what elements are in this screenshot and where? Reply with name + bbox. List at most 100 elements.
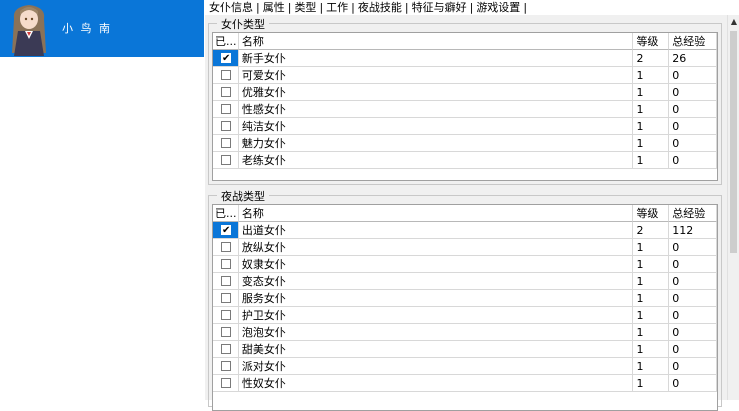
row-checkbox[interactable] [221, 121, 231, 131]
row-exp: 0 [669, 307, 717, 324]
row-checkbox[interactable] [221, 50, 231, 66]
column-level[interactable]: 等级 [633, 205, 670, 222]
table-row[interactable]: 放纵女仆 1 0 [213, 239, 717, 256]
row-checkbox-cell[interactable] [213, 101, 239, 118]
row-exp: 26 [669, 50, 717, 67]
tab-game-settings[interactable]: 游戏设置 [474, 1, 522, 14]
tab-work[interactable]: 工作 [324, 1, 350, 14]
table-row[interactable]: 性奴女仆 1 0 [213, 375, 717, 392]
row-checkbox-cell[interactable] [213, 222, 239, 239]
row-checkbox-cell[interactable] [213, 307, 239, 324]
column-checked[interactable]: 已... [213, 33, 239, 50]
row-checkbox-cell[interactable] [213, 135, 239, 152]
row-checkbox-cell[interactable] [213, 118, 239, 135]
row-checkbox-cell[interactable] [213, 256, 239, 273]
row-checkbox[interactable] [221, 155, 231, 165]
table-row[interactable]: 魅力女仆 1 0 [213, 135, 717, 152]
row-checkbox-cell[interactable] [213, 324, 239, 341]
row-level: 1 [633, 152, 670, 169]
row-checkbox-cell[interactable] [213, 84, 239, 101]
row-checkbox-cell[interactable] [213, 290, 239, 307]
row-checkbox[interactable] [221, 138, 231, 148]
table-row[interactable]: 派对女仆 1 0 [213, 358, 717, 375]
row-name: 泡泡女仆 [238, 324, 634, 341]
table-row[interactable]: 可爱女仆 1 0 [213, 67, 717, 84]
row-checkbox[interactable] [221, 327, 231, 337]
night-type-legend: 夜战类型 [217, 188, 269, 204]
row-exp: 0 [669, 84, 717, 101]
row-checkbox[interactable] [221, 293, 231, 303]
row-exp: 0 [669, 273, 717, 290]
table-row[interactable]: 老练女仆 1 0 [213, 152, 717, 169]
row-checkbox[interactable] [221, 259, 231, 269]
row-checkbox[interactable] [221, 70, 231, 80]
night-type-list[interactable]: 已... 名称 等级 总经验 出道女仆2112放纵女仆10奴隶女仆10变态女仆1… [212, 204, 718, 411]
row-name: 老练女仆 [238, 152, 634, 169]
tab-type[interactable]: 类型 [292, 1, 318, 14]
row-checkbox[interactable] [221, 276, 231, 286]
table-row[interactable]: 泡泡女仆 1 0 [213, 324, 717, 341]
table-row[interactable]: 甜美女仆 1 0 [213, 341, 717, 358]
table-row[interactable]: 服务女仆 1 0 [213, 290, 717, 307]
row-checkbox-cell[interactable] [213, 273, 239, 290]
table-row[interactable]: 奴隶女仆 1 0 [213, 256, 717, 273]
column-exp[interactable]: 总经验 [669, 205, 717, 222]
row-checkbox-cell[interactable] [213, 239, 239, 256]
row-name: 派对女仆 [238, 358, 634, 375]
table-row[interactable]: 护卫女仆 1 0 [213, 307, 717, 324]
column-checked[interactable]: 已... [213, 205, 239, 222]
row-checkbox-cell[interactable] [213, 358, 239, 375]
table-row[interactable]: 纯洁女仆 1 0 [213, 118, 717, 135]
up-arrow-icon[interactable]: ▲ [729, 15, 739, 29]
row-level: 1 [633, 341, 670, 358]
tab-maid-info[interactable]: 女仆信息 [207, 1, 255, 14]
row-name: 性感女仆 [238, 101, 634, 118]
character-sidebar: 小 鸟 南 [0, 0, 204, 400]
table-row[interactable]: 变态女仆 1 0 [213, 273, 717, 290]
row-checkbox[interactable] [221, 242, 231, 252]
scrollbar-thumb[interactable] [730, 31, 737, 253]
row-name: 变态女仆 [238, 273, 634, 290]
vertical-scrollbar[interactable]: ▲ [727, 15, 739, 400]
table-row[interactable]: 性感女仆 1 0 [213, 101, 717, 118]
row-checkbox[interactable] [221, 378, 231, 388]
tab-traits[interactable]: 特征与癖好 [410, 1, 469, 14]
row-exp: 0 [669, 256, 717, 273]
row-checkbox-cell[interactable] [213, 50, 239, 67]
row-checkbox[interactable] [221, 87, 231, 97]
row-checkbox-cell[interactable] [213, 152, 239, 169]
row-checkbox[interactable] [221, 344, 231, 354]
maid-type-list[interactable]: 已... 名称 等级 总经验 新手女仆226可爱女仆10优雅女仆10性感女仆10… [212, 32, 718, 181]
row-checkbox-cell[interactable] [213, 375, 239, 392]
column-exp[interactable]: 总经验 [669, 33, 717, 50]
column-name[interactable]: 名称 [238, 205, 634, 222]
row-checkbox[interactable] [221, 222, 231, 238]
row-checkbox[interactable] [221, 104, 231, 114]
row-checkbox[interactable] [221, 310, 231, 320]
table-row[interactable]: 出道女仆2112 [213, 222, 717, 239]
row-checkbox[interactable] [221, 361, 231, 371]
character-name: 小 鸟 南 [62, 22, 112, 35]
row-exp: 0 [669, 341, 717, 358]
tab-attributes[interactable]: 属性 [261, 1, 287, 14]
row-name: 甜美女仆 [238, 341, 634, 358]
row-level: 1 [633, 324, 670, 341]
column-level[interactable]: 等级 [633, 33, 670, 50]
row-level: 1 [633, 358, 670, 375]
tab-night-skills[interactable]: 夜战技能 [356, 1, 404, 14]
row-exp: 0 [669, 239, 717, 256]
row-exp: 0 [669, 358, 717, 375]
row-level: 1 [633, 84, 670, 101]
character-card[interactable]: 小 鸟 南 [0, 0, 204, 57]
row-exp: 0 [669, 152, 717, 169]
row-name: 服务女仆 [238, 290, 634, 307]
row-name: 纯洁女仆 [238, 118, 634, 135]
table-row[interactable]: 新手女仆226 [213, 50, 717, 67]
row-checkbox-cell[interactable] [213, 67, 239, 84]
list-header: 已... 名称 等级 总经验 [213, 33, 717, 50]
column-name[interactable]: 名称 [238, 33, 634, 50]
table-row[interactable]: 优雅女仆 1 0 [213, 84, 717, 101]
row-name: 放纵女仆 [238, 239, 634, 256]
maid-type-group: 女仆类型 已... 名称 等级 总经验 新手女仆226可爱女仆10优雅女仆10性… [208, 16, 722, 185]
row-checkbox-cell[interactable] [213, 341, 239, 358]
